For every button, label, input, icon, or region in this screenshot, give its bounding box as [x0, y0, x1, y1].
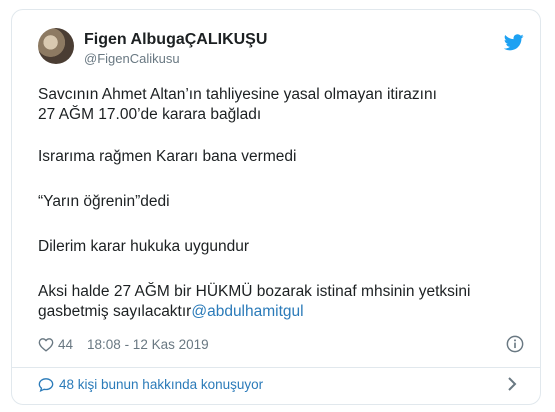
like-count: 44 — [58, 336, 74, 352]
author-handle[interactable]: @FigenCalikusu — [84, 51, 180, 66]
mention-link[interactable]: @abdulhamitgul — [191, 303, 303, 320]
tweet-line: Dilerim karar hukuka uygundur — [38, 238, 250, 255]
tweet-line: Savcının Ahmet Altan’ın tahliyesine yasa… — [38, 86, 437, 103]
tweet-paragraph-5: Aksi halde 27 AĞM bir HÜKMÜ bozarak isti… — [38, 282, 518, 322]
speech-bubble-icon — [38, 377, 54, 392]
tweet-paragraph-1: Savcının Ahmet Altan’ın tahliyesine yasa… — [38, 85, 518, 125]
info-icon[interactable] — [506, 335, 524, 353]
conversation-label: 48 kişi bunun hakkında konuşuyor — [59, 376, 264, 392]
divider — [12, 367, 540, 368]
like-button[interactable]: 44 — [38, 337, 73, 352]
tweet-text: Savcının Ahmet Altan’ın tahliyesine yasa… — [38, 85, 518, 347]
tweet-line: “Yarın öğrenin”dedi — [38, 193, 170, 210]
tweet-paragraph-3: “Yarın öğrenin”dedi — [38, 192, 518, 212]
tweet-line: Israrıma rağmen Kararı bana vermedi — [38, 148, 297, 165]
author-name[interactable]: Figen AlbugaÇALIKUŞU — [84, 31, 267, 49]
tweet-line: gasbetmiş sayılacaktır — [38, 303, 192, 320]
avatar[interactable] — [38, 28, 74, 64]
tweet-card: Figen AlbugaÇALIKUŞU @FigenCalikusu Savc… — [11, 9, 541, 405]
tweet-timestamp[interactable]: 18:08 - 12 Kas 2019 — [87, 337, 209, 352]
tweet-paragraph-2: Israrıma rağmen Kararı bana vermedi — [38, 147, 518, 167]
tweet-meta: 44 18:08 - 12 Kas 2019 — [38, 334, 209, 354]
twitter-bird-icon[interactable] — [504, 34, 524, 51]
heart-icon — [38, 337, 54, 352]
tweet-line: 27 AĞM 17.00’de karara bağladı — [38, 106, 262, 123]
chevron-right-icon[interactable] — [506, 376, 518, 392]
conversation-link[interactable]: 48 kişi bunun hakkında konuşuyor — [38, 373, 263, 395]
tweet-line: Aksi halde 27 AĞM bir HÜKMÜ bozarak isti… — [38, 283, 471, 300]
tweet-paragraph-4: Dilerim karar hukuka uygundur — [38, 237, 518, 257]
